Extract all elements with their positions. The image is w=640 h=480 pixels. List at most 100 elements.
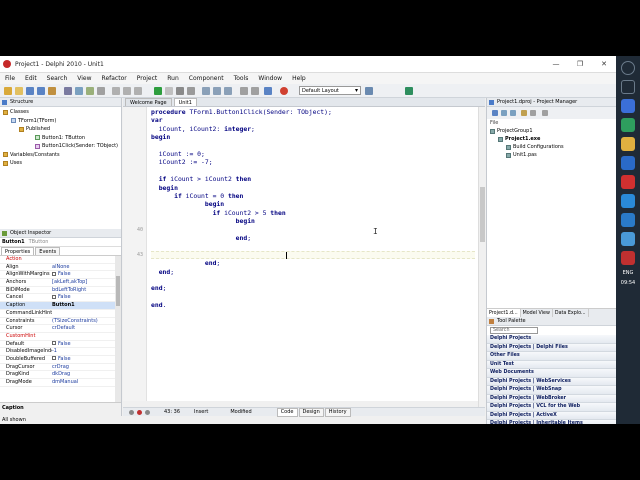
code-line[interactable]: end; bbox=[151, 284, 166, 292]
property-row[interactable]: DragCursor crDrag bbox=[0, 364, 121, 372]
property-value[interactable]: (TSizeConstraints) bbox=[52, 318, 121, 325]
language-indicator[interactable]: ENG bbox=[616, 270, 640, 276]
property-row[interactable]: Cancel False bbox=[0, 294, 121, 303]
new-item-icon[interactable] bbox=[500, 110, 507, 116]
menu-view[interactable]: View bbox=[72, 75, 96, 82]
palette-category[interactable]: Delphi Projects | Inheritable Items bbox=[487, 420, 617, 424]
code-area[interactable]: procedure TForm1.Button1Click(Sender: TO… bbox=[151, 107, 475, 410]
code-line[interactable]: var bbox=[151, 116, 163, 124]
chrome-icon[interactable] bbox=[621, 118, 635, 132]
project-tree-item[interactable]: Unit1.pas bbox=[487, 151, 616, 159]
tab-events[interactable]: Events bbox=[35, 247, 61, 255]
new-icon[interactable] bbox=[4, 86, 12, 95]
checkbox-icon[interactable] bbox=[52, 294, 56, 299]
property-value[interactable]: -1 bbox=[52, 348, 121, 355]
palette-category[interactable]: Delphi Projects | WebSnap bbox=[487, 386, 617, 395]
property-row[interactable]: Anchors [akLeft,akTop] bbox=[0, 279, 121, 287]
component-icon[interactable] bbox=[264, 86, 272, 95]
open-icon[interactable] bbox=[15, 86, 23, 95]
property-row[interactable]: DoubleBuffered False bbox=[0, 356, 121, 364]
code-line[interactable]: if iCount > iCount2 then bbox=[151, 175, 251, 183]
palette-category[interactable]: Delphi Projects | Delphi Files bbox=[487, 343, 617, 352]
property-value[interactable]: dkDrag bbox=[52, 371, 121, 378]
app-icon[interactable] bbox=[621, 213, 635, 227]
view-unit-icon[interactable] bbox=[123, 86, 131, 95]
tab-unit1[interactable]: Unit1 bbox=[173, 98, 197, 106]
minimize-button[interactable]: — bbox=[544, 60, 568, 68]
property-value[interactable] bbox=[52, 256, 121, 263]
property-row[interactable]: Caption Button1 bbox=[0, 302, 121, 310]
property-value[interactable] bbox=[52, 310, 121, 317]
save-desktop-icon[interactable] bbox=[365, 86, 373, 95]
explorer-icon[interactable] bbox=[621, 137, 635, 151]
menu-search[interactable]: Search bbox=[42, 75, 73, 82]
clock[interactable]: 09:54 bbox=[616, 280, 640, 286]
expand-icon[interactable] bbox=[530, 110, 536, 116]
remove-icon[interactable] bbox=[509, 110, 516, 116]
property-row[interactable]: AlignWithMargins False bbox=[0, 271, 121, 280]
property-value[interactable]: bdLeftToRight bbox=[52, 287, 121, 294]
back-icon[interactable] bbox=[239, 86, 248, 95]
stop-macro-icon[interactable] bbox=[137, 409, 142, 415]
step-over-icon[interactable] bbox=[202, 86, 210, 95]
record-macro-icon[interactable] bbox=[129, 409, 134, 415]
palette-category[interactable]: Delphi Projects bbox=[487, 335, 617, 344]
checkbox-icon[interactable] bbox=[52, 341, 56, 346]
code-line[interactable]: iCount2 := -7; bbox=[151, 158, 213, 166]
property-row[interactable]: Default False bbox=[0, 341, 121, 349]
palette-category[interactable]: Delphi Projects | WebServices bbox=[487, 377, 617, 386]
project-tree-item[interactable]: Project1.exe bbox=[487, 135, 616, 143]
tab-history[interactable]: History bbox=[324, 407, 351, 417]
property-grid-scrollbar[interactable] bbox=[115, 256, 121, 402]
property-row[interactable]: Constraints (TSizeConstraints) bbox=[0, 318, 121, 326]
property-value[interactable]: Button1 bbox=[52, 302, 121, 309]
close-button[interactable]: ✕ bbox=[592, 60, 616, 68]
code-line[interactable]: end; bbox=[151, 259, 220, 267]
tree-item[interactable]: Button1: TButton bbox=[0, 134, 121, 143]
pause-icon[interactable] bbox=[175, 86, 184, 95]
property-value[interactable]: crDrag bbox=[52, 364, 121, 371]
property-row[interactable]: DisabledImageIndex-1 bbox=[0, 348, 121, 356]
help-icon[interactable] bbox=[279, 86, 288, 95]
property-value[interactable]: crDefault bbox=[52, 325, 121, 332]
menu-component[interactable]: Component bbox=[184, 75, 229, 82]
object-selector[interactable]: Button1 TButton bbox=[0, 238, 121, 247]
palette-search-input[interactable]: Search bbox=[490, 327, 538, 334]
task-view-icon[interactable] bbox=[621, 99, 635, 113]
tab-design[interactable]: Design bbox=[298, 407, 324, 417]
view-icon[interactable] bbox=[541, 110, 548, 116]
palette-category[interactable]: Delphi Projects | WebBroker bbox=[487, 394, 617, 403]
word-icon[interactable] bbox=[621, 156, 635, 170]
code-line[interactable]: procedure TForm1.Button1Click(Sender: TO… bbox=[151, 108, 332, 116]
code-line[interactable]: end. bbox=[151, 301, 166, 309]
desktop-layout-select[interactable]: Default Layout bbox=[299, 86, 361, 95]
property-value[interactable]: dmManual bbox=[52, 379, 121, 386]
paste-icon[interactable] bbox=[85, 86, 94, 95]
property-row[interactable]: DragMode dmManual bbox=[0, 379, 121, 387]
tab-properties[interactable]: Properties bbox=[1, 247, 35, 255]
tab-code[interactable]: Code bbox=[276, 407, 298, 417]
project-tree-item[interactable]: Build Configurations bbox=[487, 143, 616, 151]
tree-item[interactable]: Variables/Constants bbox=[0, 151, 121, 160]
search-icon[interactable] bbox=[621, 80, 635, 94]
checkbox-icon[interactable] bbox=[52, 356, 56, 361]
palette-category[interactable]: Other Files bbox=[487, 352, 617, 361]
code-line[interactable]: begin bbox=[151, 184, 178, 192]
code-line[interactable]: begin bbox=[151, 217, 255, 225]
forward-icon[interactable] bbox=[250, 86, 259, 95]
property-value[interactable]: False bbox=[52, 341, 121, 348]
code-line[interactable]: begin bbox=[151, 133, 170, 141]
save-all-icon[interactable] bbox=[37, 86, 45, 95]
new-form-icon[interactable] bbox=[112, 86, 120, 95]
property-row[interactable]: DragKind dkDrag bbox=[0, 371, 121, 379]
copy-icon[interactable] bbox=[74, 86, 83, 95]
menu-help[interactable]: Help bbox=[287, 75, 311, 82]
code-line[interactable]: iCount, iCount2: integer; bbox=[151, 125, 255, 133]
tree-item[interactable]: Button1Click(Sender: TObject) bbox=[0, 142, 121, 151]
delphi-taskbar-icon[interactable] bbox=[621, 251, 635, 265]
menu-refactor[interactable]: Refactor bbox=[97, 75, 132, 82]
property-row[interactable]: Cursor crDefault bbox=[0, 325, 121, 333]
menu-run[interactable]: Run bbox=[162, 75, 184, 82]
property-value[interactable]: False bbox=[52, 294, 121, 301]
menu-window[interactable]: Window bbox=[253, 75, 287, 82]
